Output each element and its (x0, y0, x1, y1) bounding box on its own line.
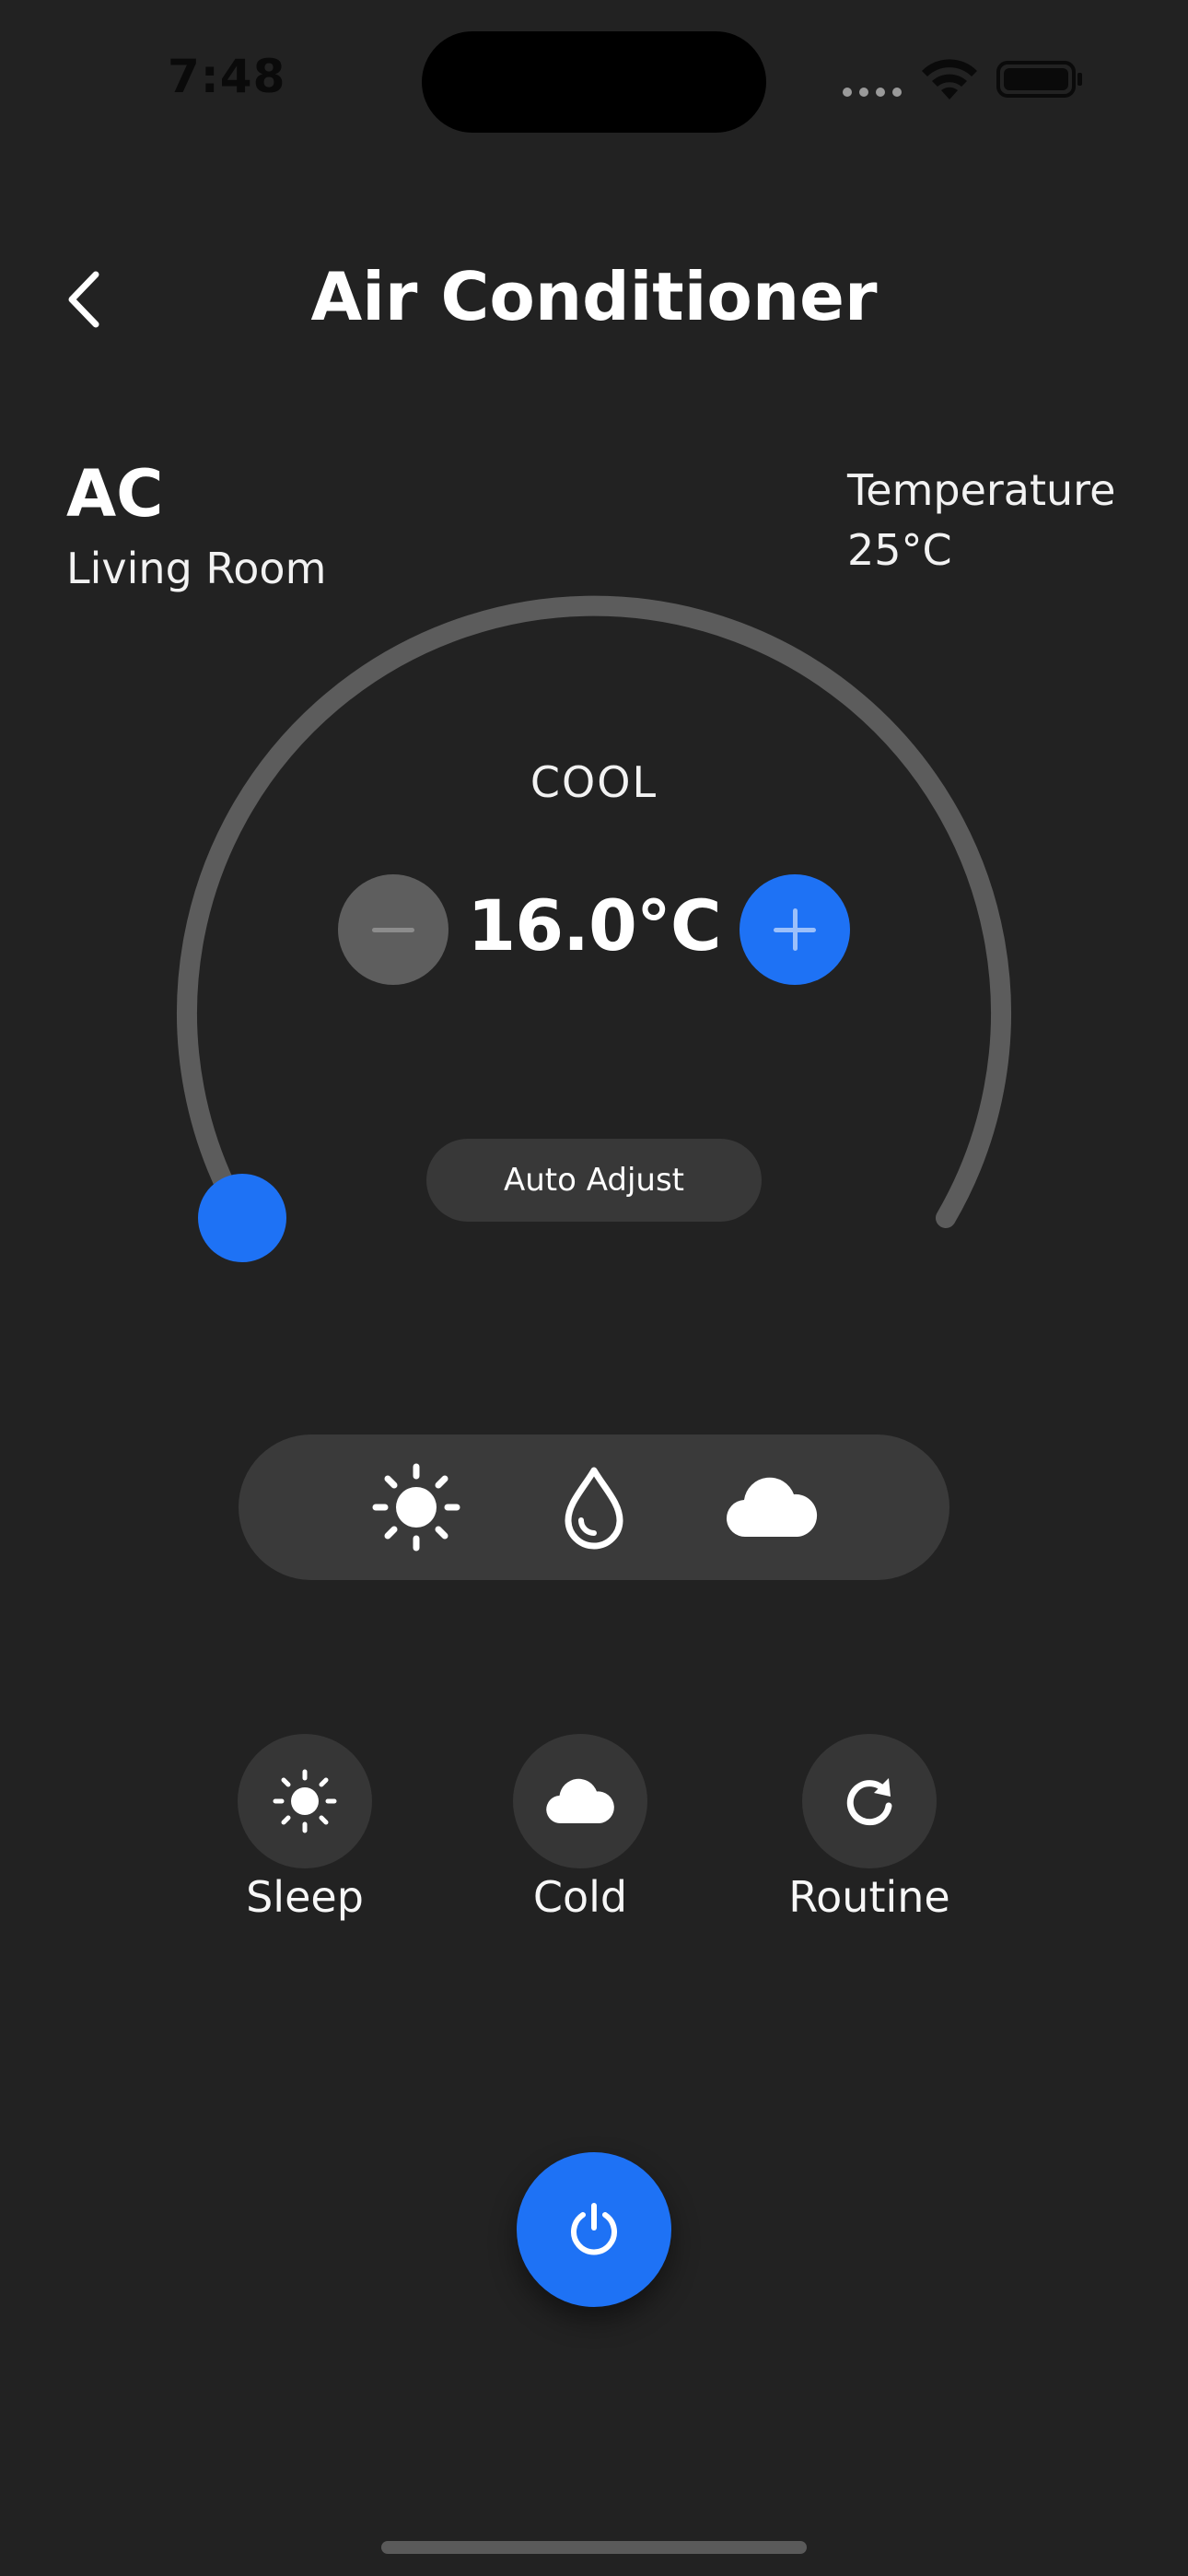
routine-button[interactable] (802, 1734, 937, 1868)
sleep-button[interactable] (238, 1734, 372, 1868)
dial-handle[interactable] (198, 1174, 286, 1262)
cloud-icon (726, 1477, 818, 1538)
temperature-dial[interactable] (0, 0, 1188, 1336)
water-drop-icon (565, 1467, 623, 1550)
cold-button[interactable] (513, 1734, 647, 1868)
mode-label: COOL (530, 757, 658, 807)
cloud-icon (546, 1778, 614, 1824)
sun-icon (372, 1463, 460, 1551)
cold-label: Cold (532, 1872, 628, 1922)
mode-selector (239, 1434, 949, 1580)
mode-cloud-button[interactable] (716, 1434, 827, 1580)
power-icon (571, 2203, 617, 2255)
power-button[interactable] (517, 2152, 671, 2307)
refresh-icon (846, 1778, 892, 1826)
mode-dry-button[interactable] (539, 1434, 649, 1580)
auto-adjust-button[interactable]: Auto Adjust (426, 1139, 762, 1222)
increase-temperature-button[interactable] (740, 874, 850, 985)
mode-sun-button[interactable] (361, 1434, 472, 1580)
sun-icon (273, 1769, 337, 1833)
sleep-label: Sleep (246, 1872, 364, 1922)
routine-label: Routine (788, 1872, 950, 1922)
setpoint-temperature: 16.0°C (467, 884, 721, 966)
home-indicator (381, 2541, 807, 2554)
decrease-temperature-button[interactable] (338, 874, 448, 985)
